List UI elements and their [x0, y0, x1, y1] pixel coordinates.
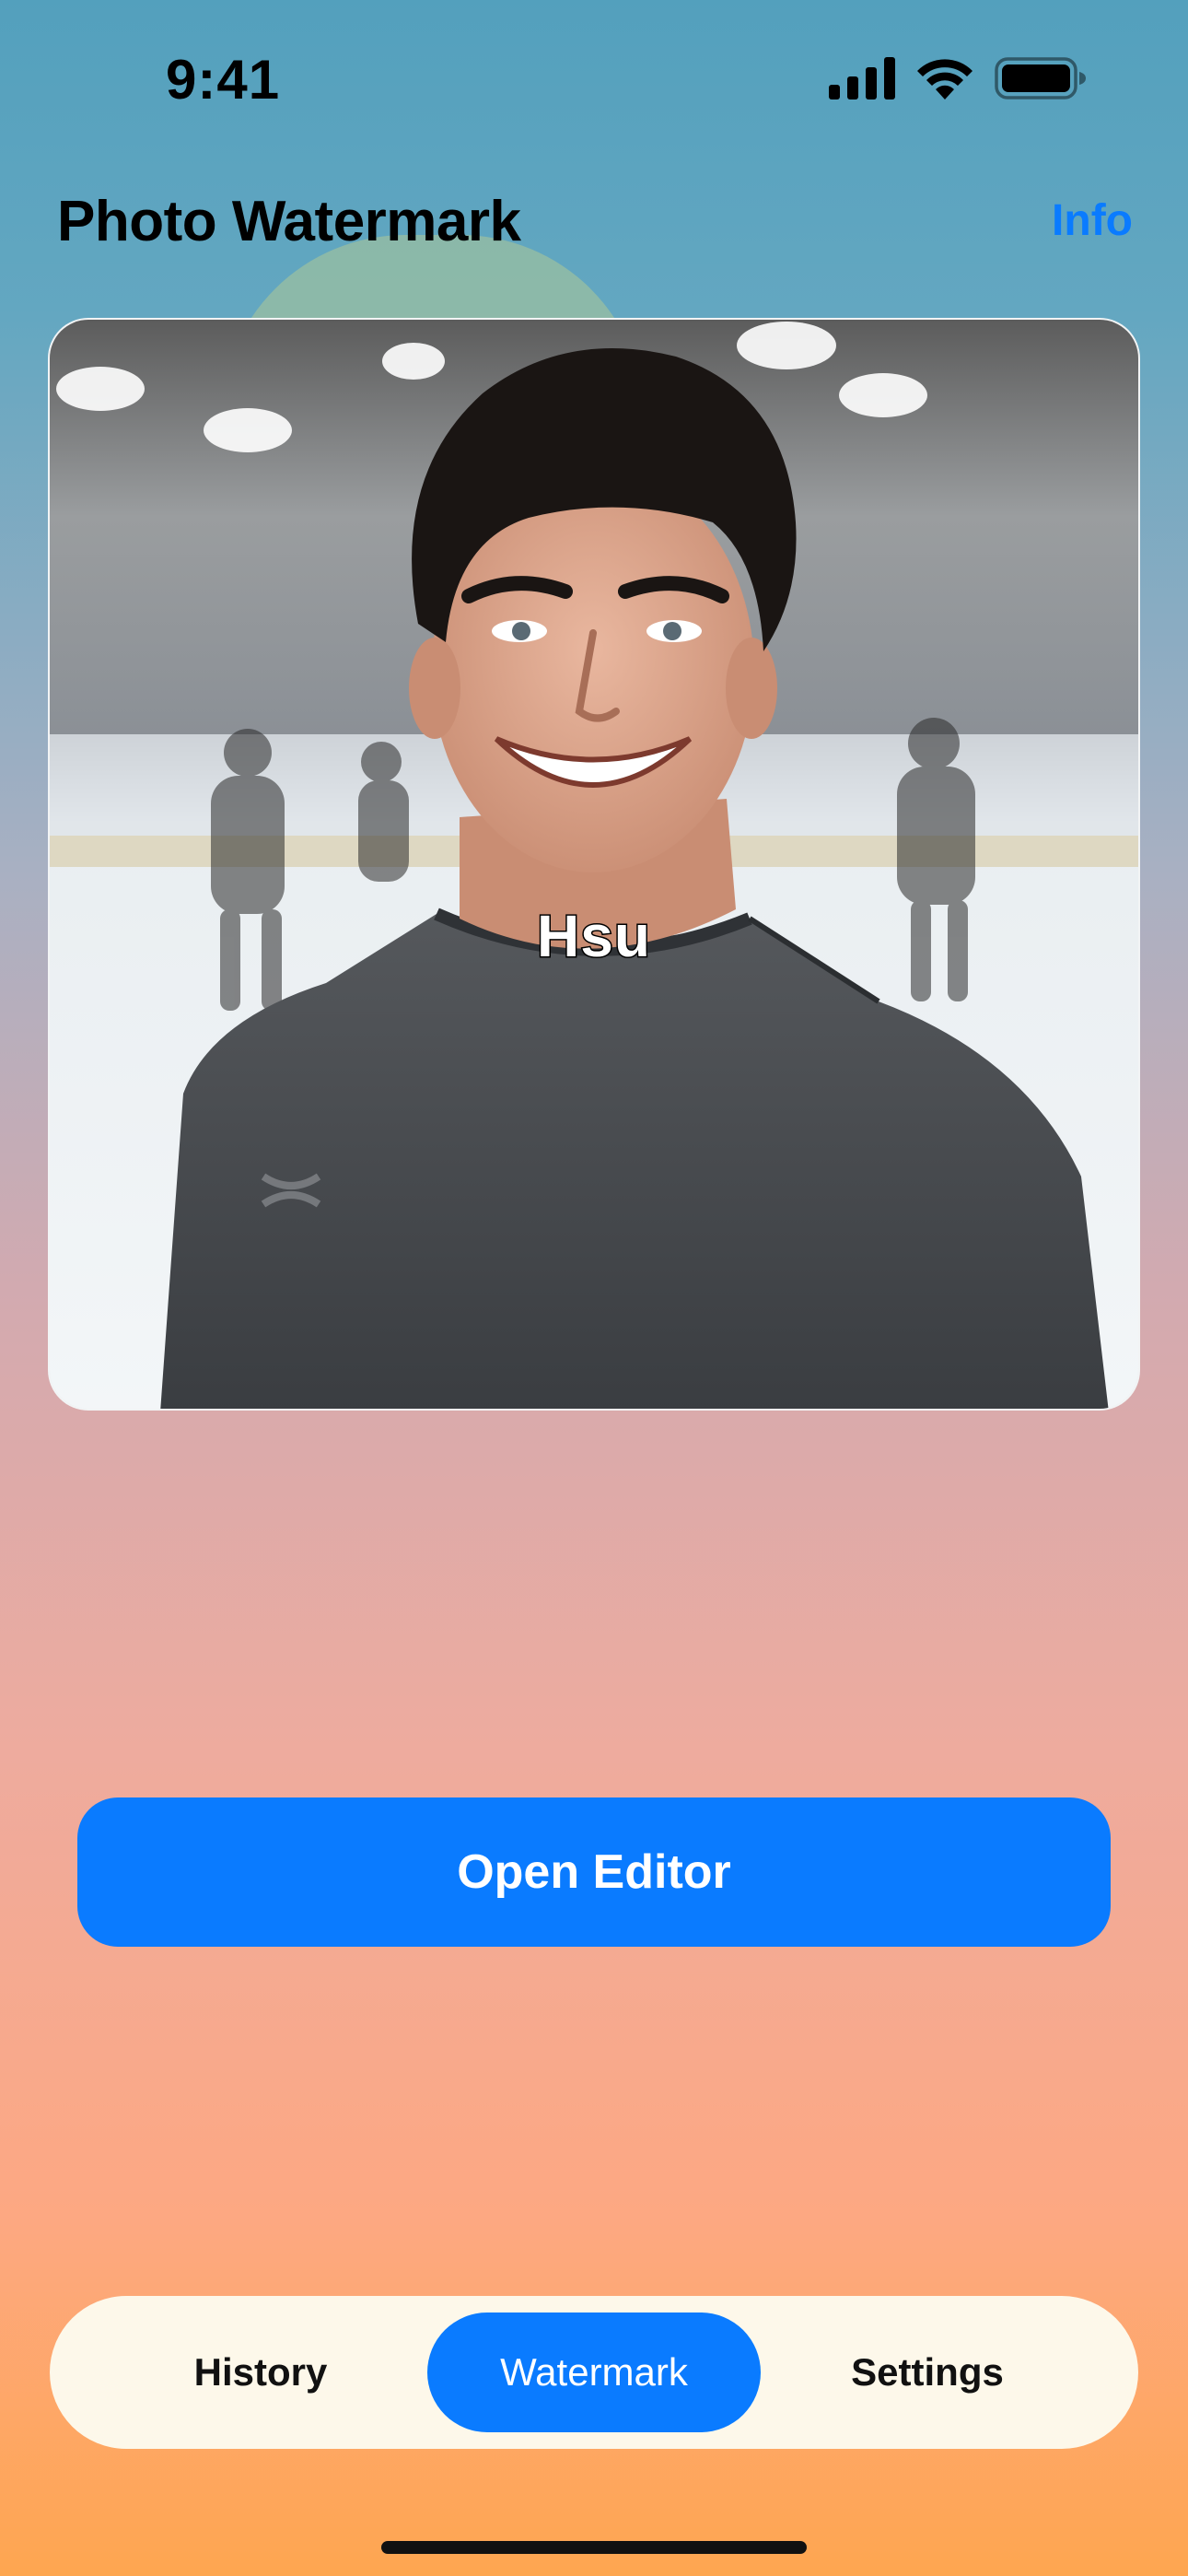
- info-button[interactable]: Info: [1052, 195, 1133, 246]
- status-icons: [829, 57, 1087, 100]
- wifi-icon: [917, 59, 973, 100]
- open-editor-button[interactable]: Open Editor: [77, 1797, 1111, 1947]
- preview-photo: [50, 320, 1138, 1409]
- cellular-signal-icon: [829, 57, 895, 100]
- tab-bar: History Watermark Settings: [50, 2296, 1138, 2449]
- tab-watermark[interactable]: Watermark: [427, 2313, 761, 2432]
- battery-icon: [995, 57, 1086, 100]
- watermark-text[interactable]: Hsu: [50, 902, 1138, 971]
- tab-settings[interactable]: Settings: [761, 2313, 1094, 2432]
- page-title: Photo Watermark: [57, 190, 521, 253]
- home-indicator[interactable]: [381, 2541, 807, 2554]
- status-bar: 9:41: [0, 0, 1188, 157]
- status-time: 9:41: [166, 49, 281, 111]
- tab-history[interactable]: History: [94, 2313, 427, 2432]
- photo-preview[interactable]: Hsu: [48, 318, 1140, 1411]
